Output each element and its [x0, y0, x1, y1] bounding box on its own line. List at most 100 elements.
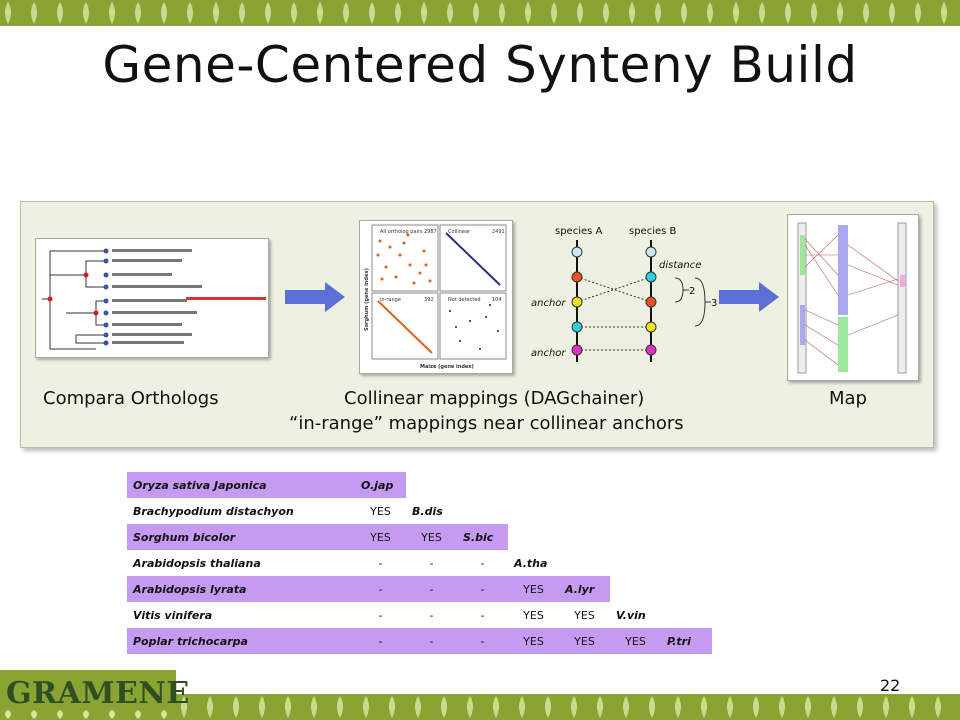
- species-abbreviation: B.dis: [412, 504, 443, 518]
- ortholog-cell: YES: [370, 504, 391, 518]
- leaf-icon: [31, 2, 37, 24]
- species-name: Sorghum bicolor: [127, 524, 355, 550]
- leaf-icon: [369, 2, 375, 24]
- leaf-icon: [675, 696, 681, 718]
- ortholog-row: Arabidopsis lyrata - - - YES A.lyr: [127, 576, 712, 602]
- leaf-icon: [681, 2, 687, 24]
- leaf-icon: [233, 696, 239, 718]
- leaf-icon: [915, 2, 921, 24]
- leaf-icon: [883, 696, 889, 718]
- leaf-icon: [779, 696, 785, 718]
- ortholog-cell: YES: [559, 628, 610, 654]
- dotplot-q2-label: Collinear: [448, 229, 471, 235]
- dotplot-thumbnail: All ortholog pairs 2987 Collinear 2491 i…: [359, 220, 513, 374]
- dotplot-q2-count: 2491: [492, 229, 505, 235]
- leaf-icon: [291, 2, 297, 24]
- species-abbreviation: P.tri: [661, 628, 712, 654]
- ortholog-cell: -: [457, 576, 508, 602]
- ortholog-cell: -: [406, 576, 457, 602]
- leaf-icon: [363, 696, 369, 718]
- leaf-icon: [161, 710, 167, 719]
- dotplot-q4-count: 104: [492, 297, 502, 303]
- dotplot-image: All ortholog pairs 2987 Collinear 2491 i…: [364, 224, 507, 370]
- leaf-pattern-bottom: [181, 696, 941, 718]
- species-name: Oryza sativa Japonica: [127, 472, 355, 498]
- ortholog-cell: YES: [523, 608, 544, 622]
- leaf-icon: [31, 710, 37, 719]
- leaf-icon: [545, 696, 551, 718]
- ortholog-row: Brachypodium distachyon YES B.dis: [127, 498, 712, 524]
- leaf-icon: [5, 2, 11, 24]
- leaf-icon: [441, 696, 447, 718]
- caption-collinear-mappings: Collinear mappings (DAGchainer): [344, 388, 645, 409]
- species-abbreviation: A.tha: [514, 556, 548, 570]
- leaf-icon: [57, 2, 63, 24]
- leaf-icon: [629, 2, 635, 24]
- leaf-icon: [805, 696, 811, 718]
- ortholog-cell: -: [480, 608, 485, 622]
- leaf-icon: [785, 2, 791, 24]
- anchor-label-1: anchor: [531, 298, 566, 309]
- leaf-icon: [311, 696, 317, 718]
- dotplot-q3-label: in-range: [380, 297, 401, 303]
- leaf-icon: [499, 2, 505, 24]
- dotplot-q4-label: Not detected: [448, 297, 481, 303]
- ortholog-cell: -: [429, 608, 434, 622]
- ortholog-cell: -: [378, 608, 383, 622]
- leaf-icon: [109, 710, 115, 719]
- leaf-icon: [603, 2, 609, 24]
- ortholog-row: Vitis vinifera - - - YES YES V.vin: [127, 602, 712, 628]
- arrow-right-icon: [719, 282, 779, 312]
- species-name: Poplar trichocarpa: [127, 628, 355, 654]
- leaf-icon: [525, 2, 531, 24]
- leaf-icon: [473, 2, 479, 24]
- page-number: 22: [880, 676, 901, 695]
- leaf-icon: [337, 696, 343, 718]
- leaf-icon: [941, 2, 947, 24]
- leaf-icon: [343, 2, 349, 24]
- leaf-icon: [447, 2, 453, 24]
- ortholog-cell: YES: [610, 628, 661, 654]
- leaf-icon: [935, 696, 941, 718]
- leaf-icon: [259, 696, 265, 718]
- gramene-logo: GRAMENE: [0, 670, 189, 720]
- species-a-label: species A: [555, 226, 603, 237]
- synteny-map-thumbnail: [787, 214, 919, 381]
- anchor-schema-diagram: species A species B distance anchor anch…: [531, 226, 717, 362]
- ortholog-cell: -: [355, 576, 406, 602]
- species-name: Arabidopsis thaliana: [133, 556, 261, 570]
- species-name: Brachypodium distachyon: [133, 504, 294, 518]
- leaf-icon: [571, 696, 577, 718]
- distance-label: distance: [659, 260, 701, 271]
- leaf-icon: [161, 2, 167, 24]
- leaf-icon: [649, 696, 655, 718]
- ortholog-row: Poplar trichocarpa - - - YES YES YES P.tri: [127, 628, 712, 654]
- leaf-icon: [707, 2, 713, 24]
- leaf-icon: [597, 696, 603, 718]
- leaf-icon: [759, 2, 765, 24]
- leaf-icon: [701, 696, 707, 718]
- slide-title: Gene-Centered Synteny Build: [102, 36, 858, 94]
- leaf-icon: [753, 696, 759, 718]
- leaf-icon: [5, 710, 11, 719]
- leaf-icon: [421, 2, 427, 24]
- ortholog-cell: -: [480, 556, 485, 570]
- leaf-icon: [317, 2, 323, 24]
- species-abbreviation: A.lyr: [559, 576, 610, 602]
- dotplot-q3-count: 392: [424, 297, 434, 303]
- logo-leaf-strip: [5, 710, 167, 719]
- leaf-icon: [265, 2, 271, 24]
- species-b-label: species B: [629, 226, 677, 237]
- anchor-label-2: anchor: [531, 348, 566, 359]
- arrow-right-icon: [285, 282, 345, 312]
- leaf-icon: [83, 2, 89, 24]
- leaf-icon: [135, 710, 141, 719]
- leaf-icon: [239, 2, 245, 24]
- species-name: Vitis vinifera: [133, 608, 213, 622]
- brace-num-3: 3: [711, 298, 717, 309]
- dotplot-xlabel: Maize (gene index): [420, 364, 474, 370]
- ortholog-cell: -: [378, 556, 383, 570]
- dotplot-q1-count: 2987: [424, 229, 437, 235]
- gramene-logo-text: GRAMENE: [6, 676, 190, 711]
- ortholog-row: Arabidopsis thaliana - - - A.tha: [127, 550, 712, 576]
